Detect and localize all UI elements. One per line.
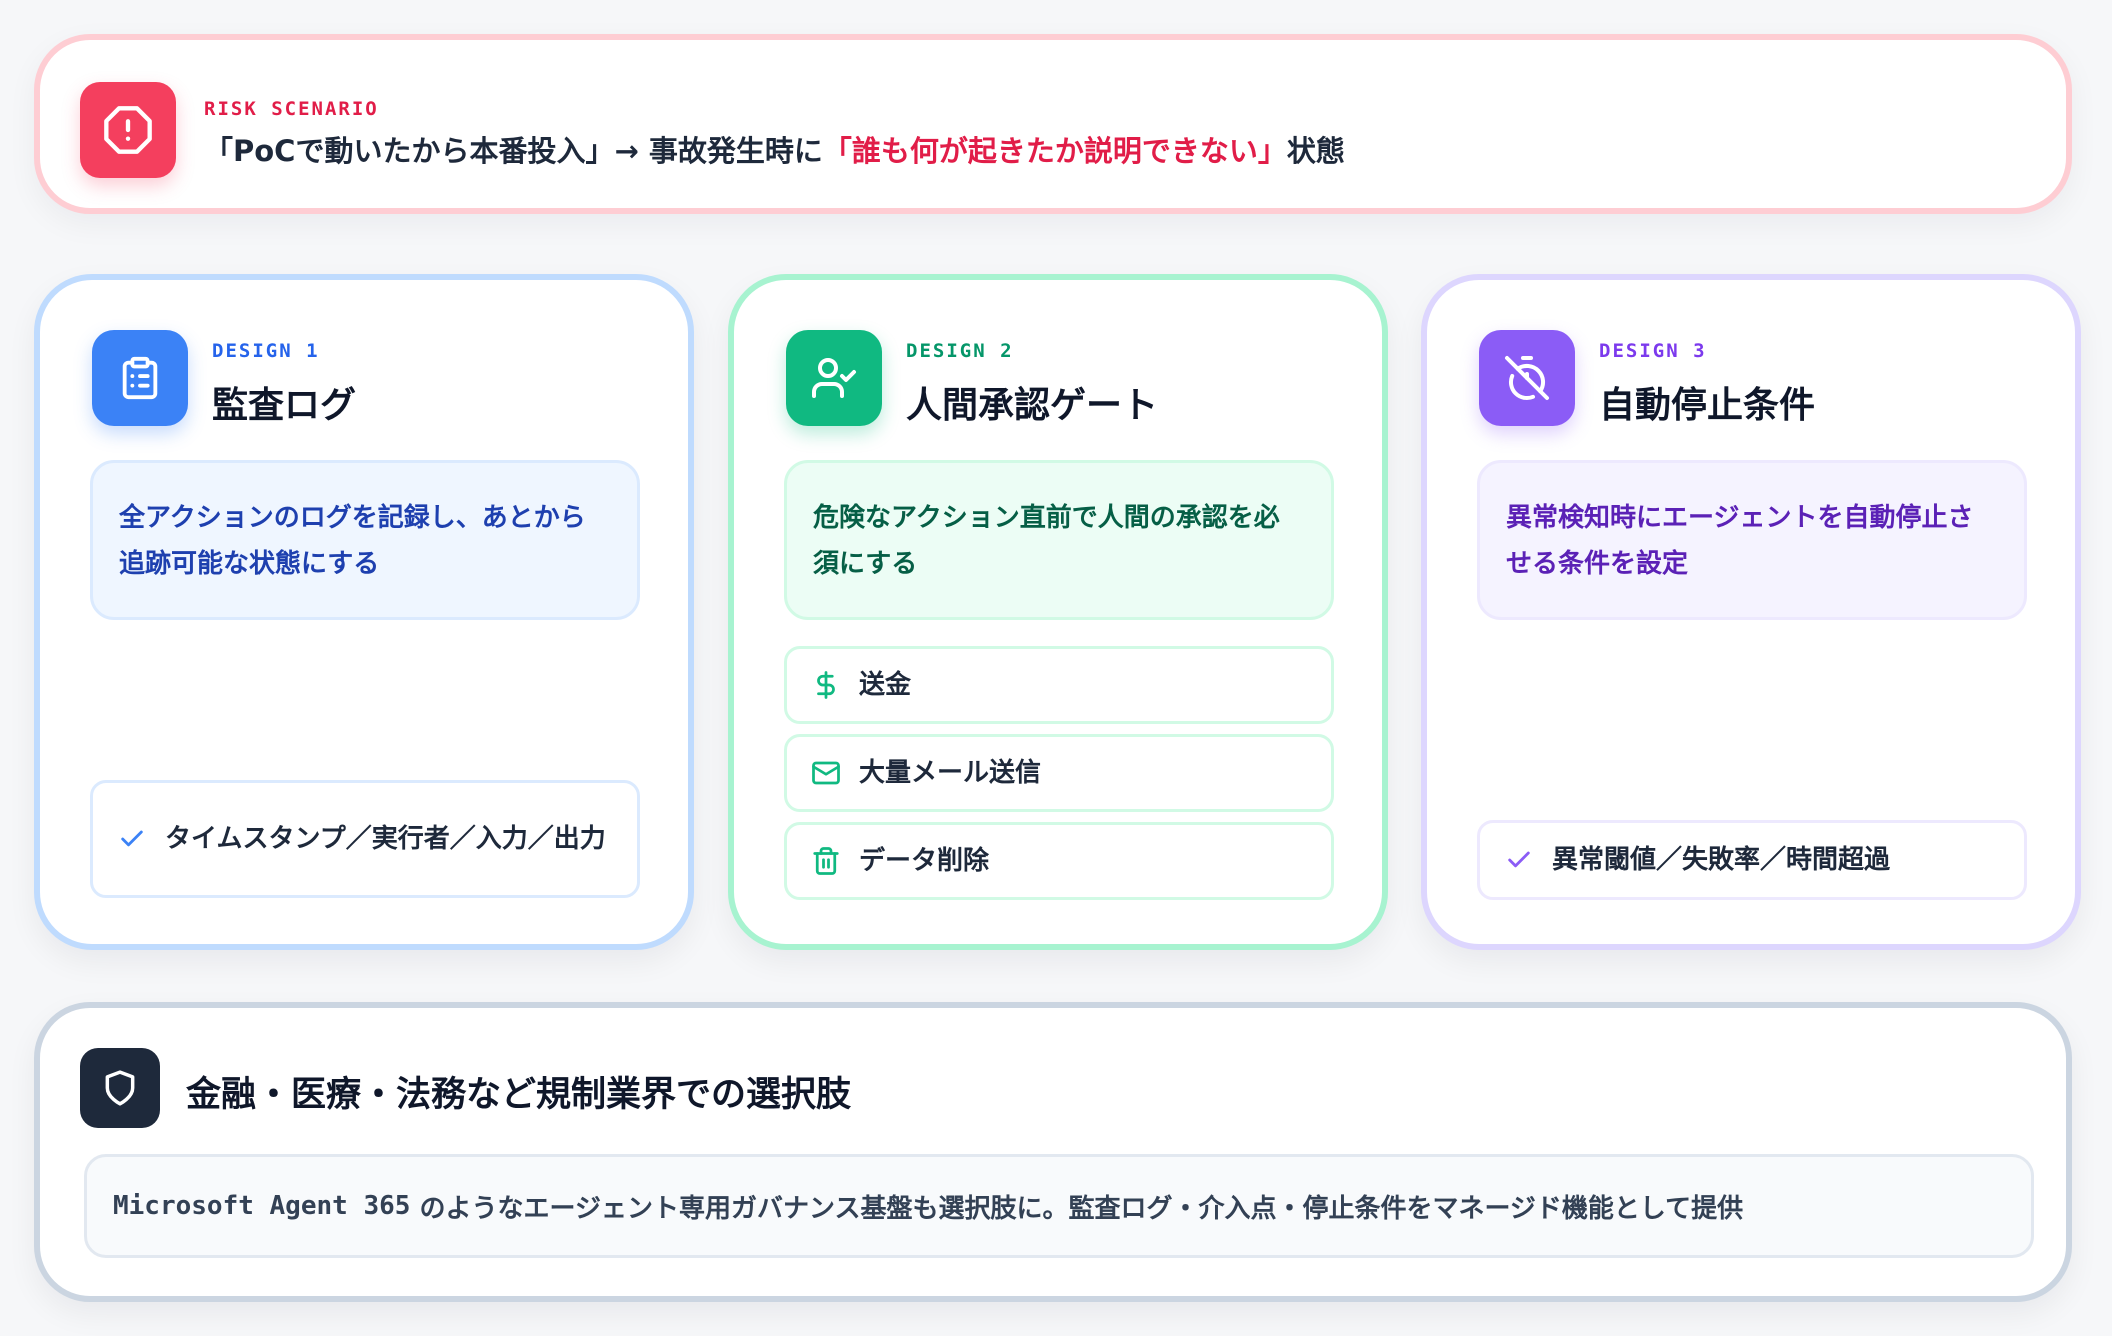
- product-name: Microsoft Agent 365: [113, 1191, 411, 1221]
- canvas: RISK SCENARIO 「PoCで動いたから本番投入」→ 事故発生時に「誰も…: [0, 0, 2112, 1336]
- approval-item-label: 大量メール送信: [859, 758, 1042, 788]
- design-tag: DESIGN 3: [1599, 340, 1707, 362]
- risk-tag: RISK SCENARIO: [204, 98, 379, 120]
- trash-icon: [809, 844, 843, 878]
- detail-label: タイムスタンプ／実行者／入力／出力: [165, 824, 606, 854]
- check-icon: [115, 822, 149, 856]
- design-tag: DESIGN 2: [906, 340, 1014, 362]
- alert-octagon-icon: [80, 82, 176, 178]
- design-detail-item: 異常閾値／失敗率／時間超過: [1477, 820, 2027, 900]
- regulated-industry-title: 金融・医療・法務など規制業界での選択肢: [186, 1075, 852, 1115]
- timer-off-icon: [1479, 330, 1575, 426]
- detail-label: 異常閾値／失敗率／時間超過: [1552, 845, 1891, 875]
- risk-title: 「PoCで動いたから本番投入」→ 事故発生時に「誰も何が起きたか説明できない」状…: [204, 128, 2044, 170]
- design-tag: DESIGN 1: [212, 340, 320, 362]
- mail-icon: [809, 756, 843, 790]
- approval-item-label: 送金: [859, 670, 912, 700]
- check-icon: [1502, 843, 1536, 877]
- risk-title-highlight: 「誰も何が起きたか説明できない」: [822, 134, 1287, 168]
- user-check-icon: [786, 330, 882, 426]
- approval-item-label: データ削除: [859, 846, 990, 876]
- clipboard-list-icon: [92, 330, 188, 426]
- design-description: 危険なアクション直前で人間の承認を必須にする: [784, 460, 1334, 620]
- design-description: 全アクションのログを記録し、あとから追跡可能な状態にする: [90, 460, 640, 620]
- design-card-auto-stop: DESIGN 3 自動停止条件 異常検知時にエージェントを自動停止させる条件を設…: [1421, 274, 2081, 950]
- regulated-industry-card: 金融・医療・法務など規制業界での選択肢 Microsoft Agent 365 …: [34, 1002, 2072, 1302]
- approval-item-bulk-mail: 大量メール送信: [784, 734, 1334, 812]
- design-description: 異常検知時にエージェントを自動停止させる条件を設定: [1477, 460, 2027, 620]
- governance-note: Microsoft Agent 365 のようなエージェント専用ガバナンス基盤も…: [84, 1154, 2034, 1258]
- design-card-audit-log: DESIGN 1 監査ログ 全アクションのログを記録し、あとから追跡可能な状態に…: [34, 274, 694, 950]
- design-title: 自動停止条件: [1599, 385, 1816, 426]
- design-title: 監査ログ: [212, 385, 357, 426]
- governance-note-text: のようなエージェント専用ガバナンス基盤も選択肢に。監査ログ・介入点・停止条件をマ…: [419, 1193, 1744, 1224]
- dollar-icon: [809, 668, 843, 702]
- shield-icon: [80, 1048, 160, 1128]
- design-title: 人間承認ゲート: [906, 385, 1159, 426]
- design-card-human-approval: DESIGN 2 人間承認ゲート 危険なアクション直前で人間の承認を必須にする …: [728, 274, 1388, 950]
- design-detail-item: タイムスタンプ／実行者／入力／出力: [90, 780, 640, 898]
- approval-item-data-delete: データ削除: [784, 822, 1334, 900]
- risk-title-part1: 「PoCで動いたから本番投入」→ 事故発生時に: [204, 134, 823, 168]
- risk-title-part2: 状態: [1286, 134, 1345, 168]
- approval-item-transfer: 送金: [784, 646, 1334, 724]
- risk-scenario-card: RISK SCENARIO 「PoCで動いたから本番投入」→ 事故発生時に「誰も…: [34, 34, 2072, 214]
